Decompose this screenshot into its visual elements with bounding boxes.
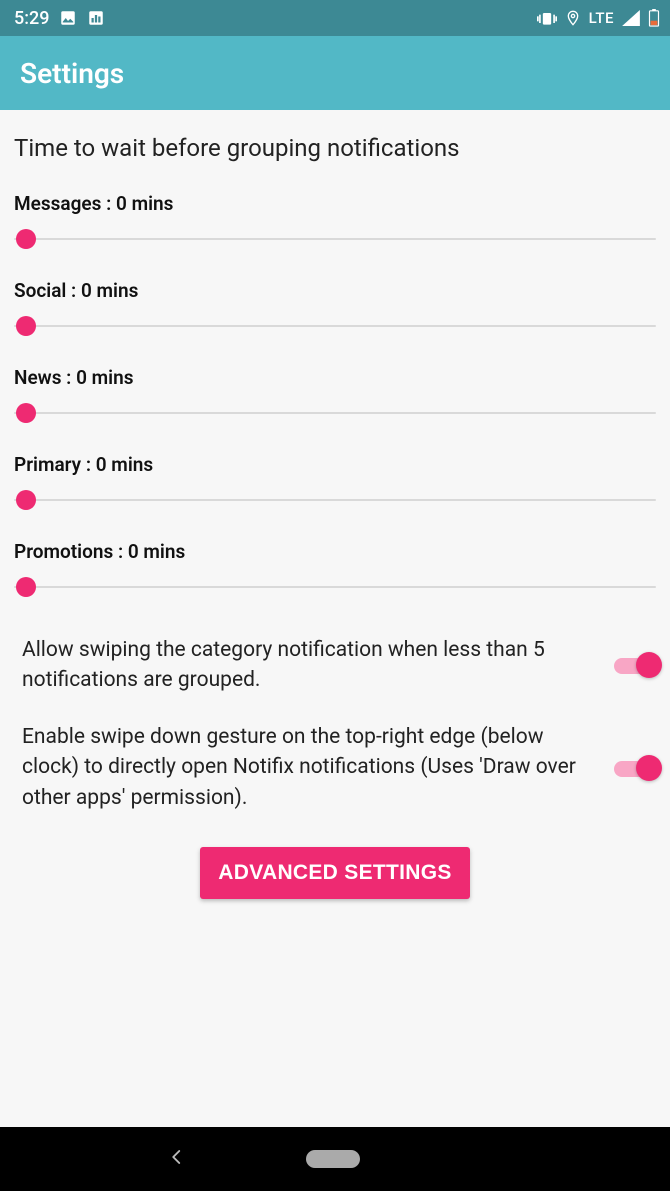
toggle-label: Allow swiping the category notification … — [22, 635, 596, 696]
advanced-settings-button[interactable]: ADVANCED SETTINGS — [200, 847, 469, 899]
status-time: 5:29 — [14, 8, 49, 29]
slider-thumb[interactable] — [16, 577, 36, 597]
slider-row-social: Social : 0 mins — [12, 279, 658, 336]
section-title: Time to wait before grouping notificatio… — [12, 134, 658, 162]
slider-row-news: News : 0 mins — [12, 366, 658, 423]
toggle-swipe-category[interactable] — [614, 651, 658, 679]
switch-thumb — [636, 755, 662, 781]
status-bar: 5:29 LTE — [0, 0, 670, 36]
signal-icon — [622, 10, 640, 26]
page-title: Settings — [20, 57, 124, 90]
slider-thumb[interactable] — [16, 229, 36, 249]
slider-label: Promotions : 0 mins — [14, 540, 656, 563]
button-row: ADVANCED SETTINGS — [12, 847, 658, 899]
slider-label: Messages : 0 mins — [14, 192, 656, 215]
slider-thumb[interactable] — [16, 403, 36, 423]
slider-primary[interactable] — [14, 490, 656, 510]
slider-row-messages: Messages : 0 mins — [12, 192, 658, 249]
slider-thumb[interactable] — [16, 490, 36, 510]
toggle-row-swipe-gesture: Enable swipe down gesture on the top-rig… — [12, 716, 658, 833]
slider-social[interactable] — [14, 316, 656, 336]
toggle-row-swipe-category: Allow swiping the category notification … — [12, 627, 658, 716]
slider-news[interactable] — [14, 403, 656, 423]
chart-icon — [87, 9, 105, 27]
toggle-label: Enable swipe down gesture on the top-rig… — [22, 722, 596, 813]
slider-row-primary: Primary : 0 mins — [12, 453, 658, 510]
slider-thumb[interactable] — [16, 316, 36, 336]
slider-row-promotions: Promotions : 0 mins — [12, 540, 658, 597]
slider-promotions[interactable] — [14, 577, 656, 597]
nav-back-button[interactable] — [168, 1147, 186, 1172]
slider-label: Primary : 0 mins — [14, 453, 656, 476]
slider-track — [14, 586, 656, 588]
nav-home-button[interactable] — [306, 1150, 360, 1168]
image-icon — [59, 9, 77, 27]
switch-thumb — [636, 652, 662, 678]
slider-messages[interactable] — [14, 229, 656, 249]
slider-track — [14, 499, 656, 501]
network-label: LTE — [589, 9, 614, 27]
toggle-swipe-gesture[interactable] — [614, 754, 658, 782]
navigation-bar — [0, 1127, 670, 1191]
content: Time to wait before grouping notificatio… — [0, 110, 670, 899]
slider-track — [14, 412, 656, 414]
vibrate-icon — [537, 9, 557, 27]
action-bar: Settings — [0, 36, 670, 110]
slider-label: Social : 0 mins — [14, 279, 656, 302]
slider-label: News : 0 mins — [14, 366, 656, 389]
battery-icon — [648, 9, 660, 27]
slider-track — [14, 325, 656, 327]
slider-track — [14, 238, 656, 240]
location-icon — [565, 9, 581, 27]
